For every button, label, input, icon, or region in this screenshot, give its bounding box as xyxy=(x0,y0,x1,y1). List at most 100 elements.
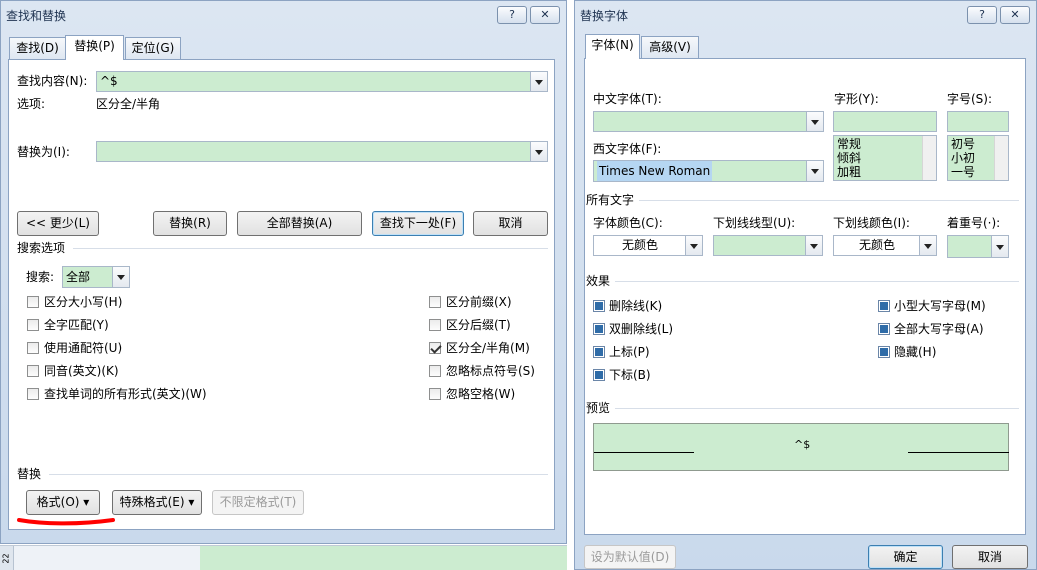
search-option-checkbox-label[interactable]: 区分前缀(X) xyxy=(446,294,512,310)
no-format-button[interactable]: 不限定格式(T) xyxy=(212,490,304,515)
effect-checkbox-label[interactable]: 小型大写字母(M) xyxy=(894,298,986,314)
find-replace-titlebar[interactable]: 查找和替换 ? ✕ xyxy=(1,1,566,29)
search-option-checkbox-label[interactable]: 区分全/半角(M) xyxy=(446,340,530,356)
search-option-checkbox[interactable] xyxy=(27,319,39,331)
effect-checkbox-label[interactable]: 上标(P) xyxy=(609,344,650,360)
effect-checkbox[interactable] xyxy=(878,346,890,358)
replace-button[interactable]: 替换(R) xyxy=(153,211,227,236)
replace-all-button[interactable]: 全部替换(A) xyxy=(237,211,362,236)
effect-checkbox[interactable] xyxy=(593,346,605,358)
search-option-checkbox[interactable] xyxy=(27,296,39,308)
search-option-checkbox-label[interactable]: 查找单词的所有形式(英文)(W) xyxy=(44,386,207,402)
search-option-checkbox[interactable] xyxy=(27,388,39,400)
effect-checkbox-label[interactable]: 双删除线(L) xyxy=(609,321,673,337)
replace-input[interactable] xyxy=(96,141,548,162)
font-cancel-button[interactable]: 取消 xyxy=(952,545,1028,569)
ok-button[interactable]: 确定 xyxy=(868,545,943,569)
search-option-checkbox[interactable] xyxy=(429,342,441,354)
tab-font[interactable]: 字体(N) xyxy=(585,34,640,59)
search-option-checkbox-label[interactable]: 忽略标点符号(S) xyxy=(446,363,535,379)
less-button[interactable]: << 更少(L) xyxy=(17,211,99,236)
west-font-value: Times New Roman xyxy=(597,161,713,181)
effect-checkbox-label[interactable]: 隐藏(H) xyxy=(894,344,936,360)
cancel-button[interactable]: 取消 xyxy=(473,211,548,236)
search-option-checkbox-label[interactable]: 全字匹配(Y) xyxy=(44,317,109,333)
size-option[interactable]: 初号 xyxy=(951,137,975,151)
replace-dropdown-icon[interactable] xyxy=(530,142,547,161)
underline-style-dropdown-icon[interactable] xyxy=(805,236,822,255)
window-gap xyxy=(567,0,574,570)
effect-checkbox[interactable] xyxy=(878,323,890,335)
replace-tab-panel: 查找内容(N): ^$ 选项: 区分全/半角 替换为(I): << 更少(L) … xyxy=(8,59,555,530)
west-font-dropdown-icon[interactable] xyxy=(806,161,823,181)
style-option[interactable]: 常规 xyxy=(837,137,861,151)
search-option-checkbox[interactable] xyxy=(27,342,39,354)
font-color-value: 无颜色 xyxy=(622,238,659,252)
find-dropdown-icon[interactable] xyxy=(530,72,547,91)
tab-find[interactable]: 查找(D) xyxy=(9,37,66,60)
special-format-button[interactable]: 特殊格式(E) ▾ xyxy=(112,490,202,515)
underline-style-select[interactable] xyxy=(713,235,823,256)
style-list[interactable]: 常规 倾斜 加粗 xyxy=(833,135,937,181)
font-help-button[interactable]: ? xyxy=(967,6,997,24)
effect-checkbox-label[interactable]: 下标(B) xyxy=(609,367,651,383)
search-option-checkbox-label[interactable]: 使用通配符(U) xyxy=(44,340,122,356)
font-color-dropdown-icon[interactable] xyxy=(685,236,702,255)
set-default-button[interactable]: 设为默认值(D) xyxy=(584,545,676,569)
find-input[interactable]: ^$ xyxy=(96,71,548,92)
style-list-scrollbar[interactable] xyxy=(922,136,936,180)
size-option[interactable]: 小初 xyxy=(951,151,975,165)
effect-checkbox[interactable] xyxy=(593,369,605,381)
search-scope-select[interactable]: 全部 xyxy=(62,266,130,288)
effect-checkbox-label[interactable]: 全部大写字母(A) xyxy=(894,321,984,337)
search-option-checkbox[interactable] xyxy=(27,365,39,377)
style-option[interactable]: 倾斜 xyxy=(837,151,861,165)
search-option-checkbox[interactable] xyxy=(429,296,441,308)
tab-goto[interactable]: 定位(G) xyxy=(125,37,181,60)
search-option-checkbox[interactable] xyxy=(429,319,441,331)
search-option-checkbox-label[interactable]: 同音(英文)(K) xyxy=(44,363,119,379)
font-color-select[interactable]: 无颜色 xyxy=(593,235,703,256)
underline-color-select[interactable]: 无颜色 xyxy=(833,235,937,256)
size-list-scrollbar[interactable] xyxy=(994,136,1008,180)
find-replace-dialog: 查找和替换 ? ✕ 查找(D) 替换(P) 定位(G) 查找内容(N): ^$ … xyxy=(0,0,567,544)
tab-advanced[interactable]: 高级(V) xyxy=(641,36,699,59)
size-option[interactable]: 一号 xyxy=(951,165,975,179)
west-font-select[interactable]: Times New Roman xyxy=(593,160,824,182)
effect-checkbox[interactable] xyxy=(878,300,890,312)
effect-checkbox[interactable] xyxy=(593,300,605,312)
replace-label: 替换为(I): xyxy=(17,145,70,159)
size-list[interactable]: 初号 小初 一号 xyxy=(947,135,1009,181)
find-replace-title: 查找和替换 xyxy=(6,9,67,23)
find-next-button[interactable]: 查找下一处(F) xyxy=(372,211,464,236)
cn-font-select[interactable] xyxy=(593,111,824,132)
search-option-checkbox[interactable] xyxy=(429,388,441,400)
tab-replace[interactable]: 替换(P) xyxy=(65,35,124,60)
effect-checkbox-label[interactable]: 删除线(K) xyxy=(609,298,662,314)
format-button-label: 格式(O) xyxy=(36,495,80,509)
search-option-checkbox[interactable] xyxy=(429,365,441,377)
preview-divider xyxy=(615,408,1019,409)
close-button[interactable]: ✕ xyxy=(530,6,560,24)
format-dropdown-icon: ▾ xyxy=(83,495,90,509)
emphasis-dropdown-icon[interactable] xyxy=(991,236,1008,257)
search-scope-dropdown-icon[interactable] xyxy=(112,267,129,287)
help-button[interactable]: ? xyxy=(497,6,527,24)
effect-checkbox[interactable] xyxy=(593,323,605,335)
style-option[interactable]: 加粗 xyxy=(837,165,861,179)
style-input[interactable] xyxy=(833,111,937,132)
search-option-checkbox-label[interactable]: 区分大小写(H) xyxy=(44,294,122,310)
search-option-checkbox-label[interactable]: 区分后缀(T) xyxy=(446,317,511,333)
all-text-header: 所有文字 xyxy=(586,193,635,207)
underline-color-dropdown-icon[interactable] xyxy=(919,236,936,255)
find-value: ^$ xyxy=(100,74,118,88)
options-label: 选项: xyxy=(17,97,46,111)
search-option-checkbox-label[interactable]: 忽略空格(W) xyxy=(446,386,515,402)
font-close-button[interactable]: ✕ xyxy=(1000,6,1030,24)
size-input[interactable] xyxy=(947,111,1009,132)
emphasis-select[interactable] xyxy=(947,235,1009,258)
document-page-highlight xyxy=(200,546,568,570)
font-dialog-titlebar[interactable]: 替换字体 ? ✕ xyxy=(575,1,1036,29)
cn-font-dropdown-icon[interactable] xyxy=(806,112,823,131)
format-button[interactable]: 格式(O) ▾ xyxy=(26,490,100,515)
